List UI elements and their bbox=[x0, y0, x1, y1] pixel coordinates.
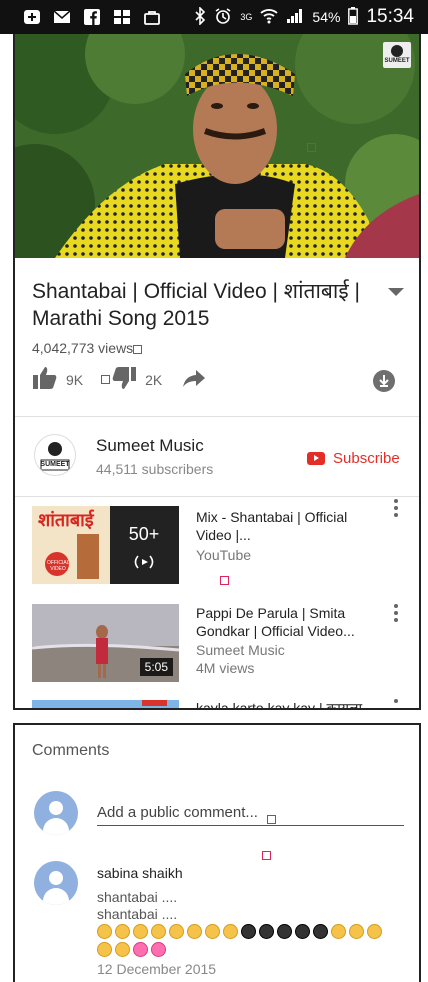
related-views: 4M views bbox=[196, 660, 255, 676]
video-frame-image bbox=[15, 34, 419, 258]
related-channel: Sumeet Music bbox=[196, 642, 285, 658]
channel-logo-text: SUMEET bbox=[40, 461, 70, 468]
dislike-button[interactable]: 2K bbox=[111, 366, 162, 393]
battery-icon bbox=[348, 6, 359, 28]
facebook-icon bbox=[82, 9, 102, 25]
dislike-count: 2K bbox=[145, 371, 163, 388]
comments-panel: Comments Add a public comment... sabina … bbox=[13, 723, 421, 982]
playlist-count: 50+ bbox=[128, 524, 160, 544]
annotation-marker bbox=[262, 851, 271, 860]
video-title: Shantabai | Official Video | शांताबाई | … bbox=[32, 280, 360, 330]
related-channel: YouTube bbox=[196, 547, 252, 563]
subscribe-label: Subscribe bbox=[333, 450, 400, 467]
related-title: kayla karto kay kay | कायला bbox=[196, 700, 363, 710]
black-heart-icon bbox=[241, 924, 256, 939]
channel-name[interactable]: Sumeet Music bbox=[96, 436, 204, 456]
sparkling-heart-icon bbox=[133, 942, 148, 957]
thumbnail-tag: OFFICIAL VIDEO bbox=[47, 560, 70, 572]
battery-percent: 54% bbox=[312, 9, 341, 25]
kiss-emoji-icon bbox=[169, 924, 184, 939]
action-row: 9K 2K bbox=[32, 366, 206, 393]
subscriber-count: 44,511 subscribers bbox=[96, 461, 214, 477]
main-panel: SUMEET Shantabai | Official Video | शांत… bbox=[13, 34, 421, 710]
kiss-emoji-icon bbox=[205, 924, 220, 939]
video-duration: 5:05 bbox=[139, 658, 173, 676]
annotation-marker bbox=[133, 345, 142, 354]
related-video[interactable]: 5:05 Pappi De Parula | Smita Gondkar | O… bbox=[15, 604, 419, 694]
sparkling-heart-icon bbox=[151, 942, 166, 957]
user-avatar bbox=[34, 791, 78, 835]
thumbnail-title: शांताबाई bbox=[38, 510, 94, 530]
video-player[interactable]: SUMEET bbox=[15, 34, 419, 258]
kiss-emoji-icon bbox=[115, 942, 130, 957]
video-thumbnail[interactable]: 5:05 bbox=[32, 604, 179, 682]
related-video[interactable]: शांताबाई OFFICIAL VIDEO 50+ Mix - Shanta… bbox=[15, 499, 419, 596]
video-thumbnail[interactable]: शांताबाई OFFICIAL VIDEO 50+ bbox=[32, 506, 179, 584]
like-count: 9K bbox=[66, 371, 84, 388]
more-options-icon[interactable] bbox=[394, 699, 398, 703]
expand-description-icon[interactable] bbox=[388, 288, 404, 296]
video-thumbnail[interactable] bbox=[32, 699, 179, 708]
signal-icon bbox=[286, 8, 304, 27]
annotation-marker bbox=[307, 143, 316, 152]
annotation-marker bbox=[101, 375, 110, 384]
kiss-emoji-icon bbox=[223, 924, 238, 939]
black-heart-icon bbox=[259, 924, 274, 939]
like-button[interactable]: 9K bbox=[32, 366, 83, 393]
kiss-emoji-icon bbox=[133, 924, 148, 939]
black-heart-icon bbox=[295, 924, 310, 939]
video-watermark: SUMEET bbox=[384, 58, 410, 64]
kiss-emoji-icon bbox=[349, 924, 364, 939]
bag-icon bbox=[142, 9, 162, 25]
annotation-marker bbox=[220, 576, 229, 585]
more-options-icon[interactable] bbox=[394, 499, 398, 517]
comment-emoji-row bbox=[97, 924, 382, 939]
comment-date: 12 December 2015 bbox=[97, 961, 217, 977]
network-type-label: 3G bbox=[240, 12, 253, 22]
gallery-icon bbox=[112, 9, 132, 25]
add-icon bbox=[22, 9, 42, 25]
kiss-emoji-icon bbox=[151, 924, 166, 939]
commenter-avatar[interactable] bbox=[34, 861, 78, 905]
wifi-icon bbox=[260, 8, 279, 27]
share-icon[interactable] bbox=[182, 368, 206, 391]
channel-avatar[interactable]: SUMEET bbox=[34, 434, 76, 476]
thumbs-up-icon bbox=[32, 366, 58, 393]
divider bbox=[15, 496, 419, 497]
more-options-icon[interactable] bbox=[394, 604, 398, 622]
bluetooth-icon bbox=[194, 5, 206, 28]
view-count: 4,042,773 views bbox=[32, 340, 134, 356]
black-heart-icon bbox=[277, 924, 292, 939]
add-comment-input[interactable]: Add a public comment... bbox=[97, 804, 404, 826]
smile-emoji-icon bbox=[331, 924, 346, 939]
youtube-icon bbox=[307, 452, 325, 465]
alarm-icon bbox=[214, 7, 232, 28]
clock: 15:34 bbox=[366, 6, 414, 27]
status-bar: 3G 54% 15:34 bbox=[0, 0, 428, 34]
related-title: Pappi De Parula | Smita Gondkar | Offici… bbox=[196, 605, 355, 639]
mix-radio-icon bbox=[132, 554, 156, 573]
related-video[interactable]: kayla karto kay kay | कायला bbox=[15, 699, 419, 710]
comment-author[interactable]: sabina shaikh bbox=[97, 865, 183, 881]
annotation-marker bbox=[267, 815, 276, 824]
subscribe-button[interactable]: Subscribe bbox=[307, 450, 400, 467]
comment-text: shantabai .... shantabai .... bbox=[97, 889, 178, 922]
download-icon[interactable] bbox=[373, 370, 395, 392]
kiss-emoji-icon bbox=[115, 924, 130, 939]
kiss-emoji-icon bbox=[367, 924, 382, 939]
thumbs-down-icon bbox=[111, 366, 137, 393]
related-title: Mix - Shantabai | Official Video |... bbox=[196, 509, 348, 543]
comment-emoji-row bbox=[97, 942, 166, 957]
channel-row: SUMEET Sumeet Music 44,511 subscribers S… bbox=[15, 418, 419, 496]
comments-heading: Comments bbox=[32, 742, 110, 759]
black-heart-icon bbox=[313, 924, 328, 939]
divider bbox=[15, 416, 419, 417]
kiss-emoji-icon bbox=[97, 942, 112, 957]
kiss-emoji-icon bbox=[97, 924, 112, 939]
kiss-emoji-icon bbox=[187, 924, 202, 939]
mail-icon bbox=[52, 9, 72, 25]
